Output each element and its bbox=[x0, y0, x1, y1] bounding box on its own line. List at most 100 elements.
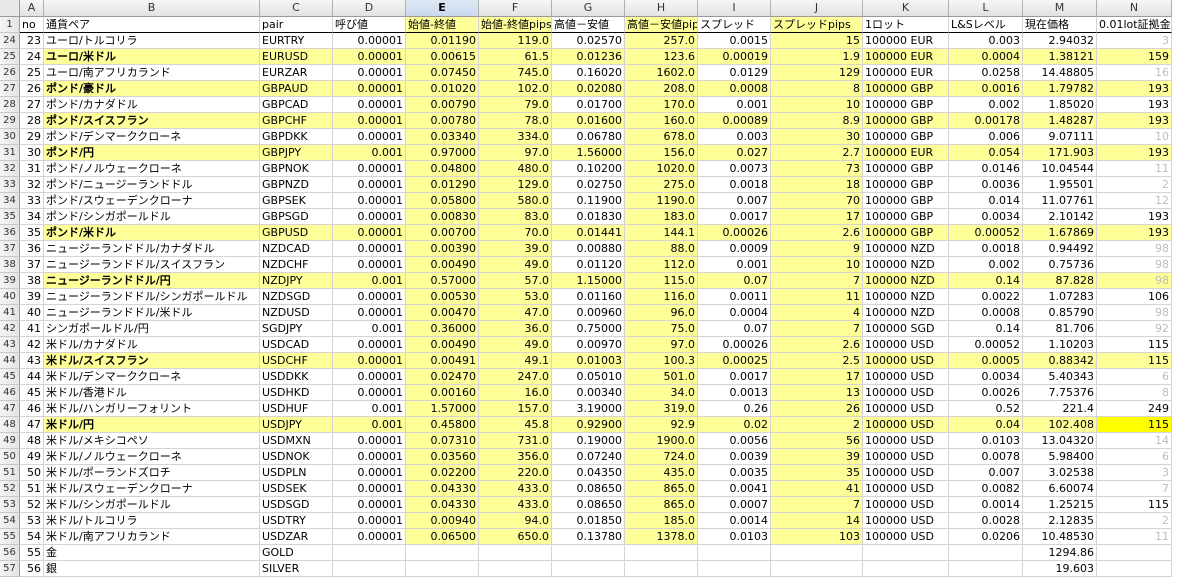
table-cell[interactable]: 0.001 bbox=[333, 273, 406, 289]
table-cell[interactable]: 0.00940 bbox=[406, 513, 479, 529]
table-cell[interactable]: 81.706 bbox=[1023, 321, 1097, 337]
table-cell[interactable]: NZDSGD bbox=[260, 289, 333, 305]
table-cell[interactable]: 8.9 bbox=[771, 113, 863, 129]
table-cell[interactable]: 金 bbox=[44, 545, 260, 561]
table-cell[interactable]: 0.02750 bbox=[552, 177, 625, 193]
table-cell[interactable]: 98 bbox=[1097, 241, 1172, 257]
table-cell[interactable]: 100000 GBP bbox=[863, 81, 949, 97]
table-cell[interactable]: 6 bbox=[1097, 369, 1172, 385]
table-cell[interactable]: 0.00001 bbox=[333, 193, 406, 209]
table-cell[interactable]: 3 bbox=[1097, 33, 1172, 49]
table-cell[interactable]: 0.13780 bbox=[552, 529, 625, 545]
table-cell[interactable]: 0.0036 bbox=[949, 177, 1023, 193]
header-cell[interactable]: 高値－安値 bbox=[552, 17, 625, 33]
table-cell[interactable]: 100000 GBP bbox=[863, 113, 949, 129]
table-cell[interactable]: 0.01020 bbox=[406, 81, 479, 97]
table-cell[interactable]: 0.06780 bbox=[552, 129, 625, 145]
table-cell[interactable]: 220.0 bbox=[479, 465, 552, 481]
row-number[interactable]: 57 bbox=[0, 561, 20, 577]
table-cell[interactable]: 98 bbox=[1097, 305, 1172, 321]
table-cell[interactable] bbox=[949, 545, 1023, 561]
table-cell[interactable]: 0.00001 bbox=[333, 129, 406, 145]
column-header-k[interactable]: K bbox=[863, 0, 949, 17]
table-cell[interactable]: 129.0 bbox=[479, 177, 552, 193]
row-number[interactable]: 31 bbox=[0, 145, 20, 161]
column-header-j[interactable]: J bbox=[771, 0, 863, 17]
table-cell[interactable]: 115 bbox=[1097, 417, 1172, 433]
table-cell[interactable]: 0.00490 bbox=[406, 337, 479, 353]
table-cell[interactable]: 0.03560 bbox=[406, 449, 479, 465]
table-cell[interactable]: 33 bbox=[20, 193, 44, 209]
table-cell[interactable]: 50 bbox=[20, 465, 44, 481]
table-cell[interactable]: 193 bbox=[1097, 81, 1172, 97]
table-cell[interactable]: 156.0 bbox=[625, 145, 698, 161]
table-cell[interactable]: 45.8 bbox=[479, 417, 552, 433]
table-cell[interactable] bbox=[698, 561, 771, 577]
table-cell[interactable] bbox=[771, 561, 863, 577]
table-cell[interactable]: 0.06500 bbox=[406, 529, 479, 545]
table-cell[interactable]: 3.19000 bbox=[552, 401, 625, 417]
table-cell[interactable] bbox=[552, 561, 625, 577]
table-cell[interactable]: 106 bbox=[1097, 289, 1172, 305]
table-cell[interactable]: NZDJPY bbox=[260, 273, 333, 289]
table-cell[interactable]: 724.0 bbox=[625, 449, 698, 465]
table-cell[interactable]: 1378.0 bbox=[625, 529, 698, 545]
table-cell[interactable]: 1.56000 bbox=[552, 145, 625, 161]
table-cell[interactable]: 7 bbox=[771, 273, 863, 289]
table-cell[interactable]: 35 bbox=[771, 465, 863, 481]
table-cell[interactable]: 865.0 bbox=[625, 481, 698, 497]
table-cell[interactable]: 1190.0 bbox=[625, 193, 698, 209]
table-cell[interactable]: 11 bbox=[1097, 161, 1172, 177]
table-cell[interactable]: 100000 USD bbox=[863, 353, 949, 369]
table-cell[interactable]: GBPCAD bbox=[260, 97, 333, 113]
table-cell[interactable]: 319.0 bbox=[625, 401, 698, 417]
table-cell[interactable]: 100000 EUR bbox=[863, 145, 949, 161]
table-cell[interactable]: 0.01850 bbox=[552, 513, 625, 529]
table-cell[interactable]: 0.02080 bbox=[552, 81, 625, 97]
table-cell[interactable]: 0.02 bbox=[698, 417, 771, 433]
table-cell[interactable]: ポンド/豪ドル bbox=[44, 81, 260, 97]
table-cell[interactable]: NZDCAD bbox=[260, 241, 333, 257]
table-cell[interactable]: 39.0 bbox=[479, 241, 552, 257]
table-cell[interactable]: 米ドル/スイスフラン bbox=[44, 353, 260, 369]
row-number[interactable]: 41 bbox=[0, 305, 20, 321]
table-cell[interactable]: 221.4 bbox=[1023, 401, 1097, 417]
table-cell[interactable]: SGDJPY bbox=[260, 321, 333, 337]
table-cell[interactable]: 0.00615 bbox=[406, 49, 479, 65]
table-cell[interactable]: 0.027 bbox=[698, 145, 771, 161]
table-cell[interactable]: 0.00960 bbox=[552, 305, 625, 321]
table-cell[interactable]: 2 bbox=[1097, 513, 1172, 529]
table-cell[interactable]: 30 bbox=[771, 129, 863, 145]
table-cell[interactable] bbox=[333, 561, 406, 577]
table-cell[interactable]: 0.02470 bbox=[406, 369, 479, 385]
table-cell[interactable]: 70.0 bbox=[479, 225, 552, 241]
table-cell[interactable]: 1.07283 bbox=[1023, 289, 1097, 305]
table-cell[interactable]: 0.00001 bbox=[333, 65, 406, 81]
table-cell[interactable]: 183.0 bbox=[625, 209, 698, 225]
table-cell[interactable]: 98 bbox=[1097, 257, 1172, 273]
table-cell[interactable]: 0.05800 bbox=[406, 193, 479, 209]
table-cell[interactable]: 54 bbox=[20, 529, 44, 545]
table-cell[interactable]: 0.00470 bbox=[406, 305, 479, 321]
table-cell[interactable]: 3 bbox=[1097, 465, 1172, 481]
row-number[interactable]: 49 bbox=[0, 433, 20, 449]
table-cell[interactable]: 10.04544 bbox=[1023, 161, 1097, 177]
table-cell[interactable]: 43 bbox=[20, 353, 44, 369]
table-cell[interactable]: 0.04 bbox=[949, 417, 1023, 433]
table-cell[interactable]: 46 bbox=[20, 401, 44, 417]
row-number[interactable]: 34 bbox=[0, 193, 20, 209]
table-cell[interactable]: 銀 bbox=[44, 561, 260, 577]
table-cell[interactable]: 0.01003 bbox=[552, 353, 625, 369]
table-cell[interactable]: 0.07450 bbox=[406, 65, 479, 81]
row-number[interactable]: 44 bbox=[0, 353, 20, 369]
table-cell[interactable]: 0.01700 bbox=[552, 97, 625, 113]
table-cell[interactable]: 0.002 bbox=[949, 97, 1023, 113]
table-cell[interactable]: 0.02570 bbox=[552, 33, 625, 49]
table-cell[interactable]: 208.0 bbox=[625, 81, 698, 97]
table-cell[interactable] bbox=[625, 545, 698, 561]
header-cell[interactable]: no bbox=[20, 17, 44, 33]
table-cell[interactable]: 10 bbox=[771, 257, 863, 273]
table-cell[interactable]: 15 bbox=[771, 33, 863, 49]
table-cell[interactable]: ポンド/円 bbox=[44, 145, 260, 161]
table-cell[interactable]: 1602.0 bbox=[625, 65, 698, 81]
